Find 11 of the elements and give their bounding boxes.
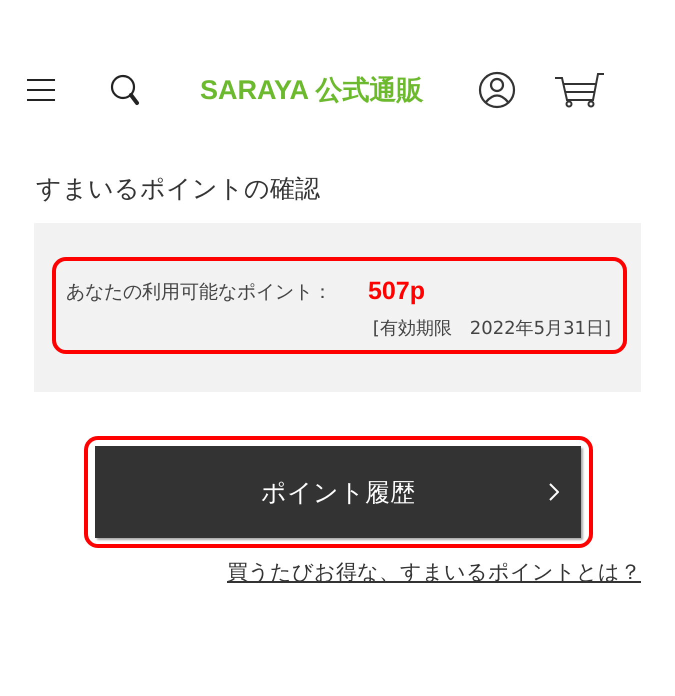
points-label: あなたの利用可能なポイント： xyxy=(66,280,332,304)
search-icon[interactable] xyxy=(110,74,140,106)
page-title: すまいるポイントの確認 xyxy=(36,173,321,205)
point-history-button[interactable]: ポイント履歴 xyxy=(95,446,581,538)
chevron-icon xyxy=(549,483,559,501)
expiry-date: [有効期限 2022年5月31日] xyxy=(372,317,611,340)
points-info-link[interactable]: 買うたびお得な、すまいるポイントとは？ xyxy=(227,558,641,586)
account-icon[interactable] xyxy=(478,71,516,109)
menu-icon[interactable] xyxy=(26,78,56,102)
cart-icon[interactable] xyxy=(554,72,604,108)
points-value: 507p xyxy=(368,277,425,306)
